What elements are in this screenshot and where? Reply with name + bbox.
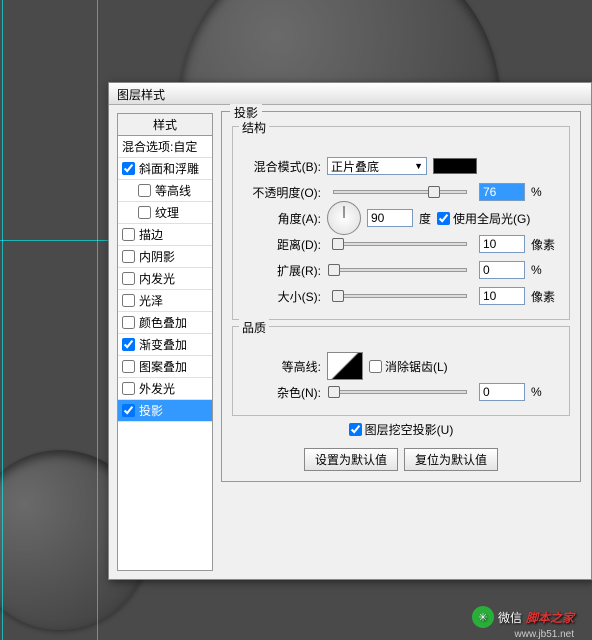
angle-input[interactable] <box>367 209 413 227</box>
global-light-checkbox[interactable]: 使用全局光(G) <box>437 210 530 227</box>
watermark: ✳ 微信脚本之家 <box>472 606 574 628</box>
distance-label: 距离(D): <box>241 236 321 253</box>
quality-group: 品质 等高线: 消除锯齿(L) 杂色(N): % <box>232 326 570 416</box>
opacity-unit: % <box>531 185 561 199</box>
styles-header: 样式 <box>118 114 212 136</box>
sidebar-item-3[interactable]: 纹理 <box>118 202 212 224</box>
sidebar-item-1[interactable]: 斜面和浮雕 <box>118 158 212 180</box>
sidebar-item-0[interactable]: 混合选项:自定 <box>118 136 212 158</box>
distance-input[interactable] <box>479 235 525 253</box>
structure-group: 结构 混合模式(B): 正片叠底▼ 不透明度(O): % 角度(A): <box>232 126 570 320</box>
antialias-checkbox[interactable]: 消除锯齿(L) <box>369 358 448 375</box>
sidebar-item-10[interactable]: 图案叠加 <box>118 356 212 378</box>
noise-slider[interactable] <box>333 390 467 394</box>
blend-mode-select[interactable]: 正片叠底▼ <box>327 157 427 175</box>
sidebar-item-6[interactable]: 内发光 <box>118 268 212 290</box>
opacity-slider[interactable] <box>333 190 467 194</box>
angle-dial[interactable] <box>327 201 361 235</box>
opacity-input[interactable] <box>479 183 525 201</box>
angle-label: 角度(A): <box>241 210 321 227</box>
size-label: 大小(S): <box>241 288 321 305</box>
opacity-label: 不透明度(O): <box>241 184 321 201</box>
sidebar-item-5[interactable]: 内阴影 <box>118 246 212 268</box>
watermark-url: www.jb51.net <box>515 629 574 640</box>
structure-label: 结构 <box>239 119 269 136</box>
contour-picker[interactable] <box>327 352 363 380</box>
drop-shadow-panel: 投影 结构 混合模式(B): 正片叠底▼ 不透明度(O): % <box>221 111 581 482</box>
size-input[interactable] <box>479 287 525 305</box>
dialog-title: 图层样式 <box>109 83 591 105</box>
angle-unit: 度 <box>419 210 431 227</box>
sidebar-item-12[interactable]: 投影 <box>118 400 212 422</box>
reset-default-button[interactable]: 复位为默认值 <box>404 448 498 471</box>
spread-slider[interactable] <box>333 268 467 272</box>
shadow-color-swatch[interactable] <box>433 158 477 174</box>
spread-unit: % <box>531 263 561 277</box>
noise-label: 杂色(N): <box>241 384 321 401</box>
distance-slider[interactable] <box>333 242 467 246</box>
sidebar-item-8[interactable]: 颜色叠加 <box>118 312 212 334</box>
styles-list: 样式 混合选项:自定斜面和浮雕等高线纹理描边内阴影内发光光泽颜色叠加渐变叠加图案… <box>117 113 213 571</box>
blend-mode-label: 混合模式(B): <box>241 158 321 175</box>
spread-input[interactable] <box>479 261 525 279</box>
layer-style-dialog: 图层样式 样式 混合选项:自定斜面和浮雕等高线纹理描边内阴影内发光光泽颜色叠加渐… <box>108 82 592 580</box>
sidebar-item-7[interactable]: 光泽 <box>118 290 212 312</box>
noise-unit: % <box>531 385 561 399</box>
sidebar-item-11[interactable]: 外发光 <box>118 378 212 400</box>
chevron-down-icon: ▼ <box>414 161 423 171</box>
quality-label: 品质 <box>239 319 269 336</box>
noise-input[interactable] <box>479 383 525 401</box>
distance-unit: 像素 <box>531 236 561 253</box>
wechat-icon: ✳ <box>472 606 494 628</box>
knockout-checkbox[interactable]: 图层挖空投影(U) <box>349 421 454 438</box>
size-slider[interactable] <box>333 294 467 298</box>
contour-label: 等高线: <box>241 358 321 375</box>
sidebar-item-9[interactable]: 渐变叠加 <box>118 334 212 356</box>
sidebar-item-4[interactable]: 描边 <box>118 224 212 246</box>
spread-label: 扩展(R): <box>241 262 321 279</box>
size-unit: 像素 <box>531 288 561 305</box>
make-default-button[interactable]: 设置为默认值 <box>304 448 398 471</box>
sidebar-item-2[interactable]: 等高线 <box>118 180 212 202</box>
